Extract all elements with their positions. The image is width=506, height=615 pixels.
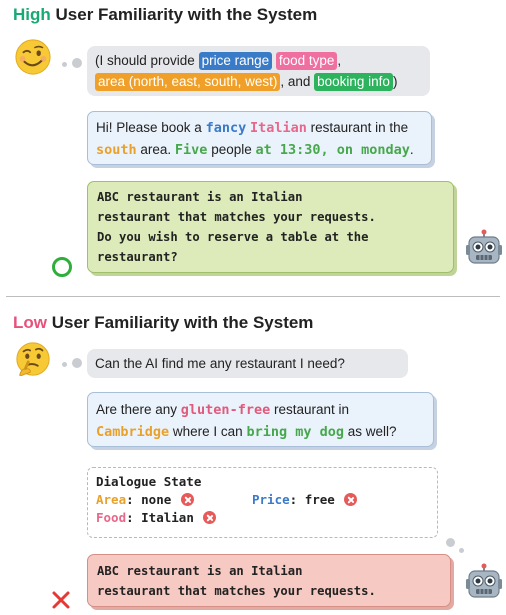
bot-line: restaurant that matches your requests. [97,584,376,598]
error-x-icon [344,493,358,506]
bot-line: restaurant? [97,250,178,264]
user-message-low: Are there any gluten-free restaurant in … [87,392,434,447]
state-price: Price: free [252,491,358,509]
keyword-italian: Italian [249,120,307,136]
message-text: restaurant in [270,402,349,417]
keyword-dog: bring my dog [246,424,344,440]
section-heading-low: Low User Familiarity with the System [13,313,313,333]
thought-dot-large [446,538,455,547]
error-x-icon [180,493,194,506]
message-text: people [207,142,256,157]
message-text: as well? [344,424,397,439]
error-x-icon [203,511,217,524]
heading-accent-low: Low [13,313,47,332]
bot-response-high: ABC restaurant is an Italian restaurant … [87,181,454,273]
heading-rest-low: User Familiarity with the System [47,313,314,332]
user-message-high: Hi! Please book a fancy Italian restaura… [87,111,432,165]
dialogue-state-title: Dialogue State [96,474,202,489]
thought-bubble-low: Can the AI find me any restaurant I need… [87,349,408,378]
state-val-price: : free [289,492,335,507]
state-key-price: Price [252,492,290,507]
keyword-cambridge: Cambridge [96,424,170,440]
thought-dot-large [72,358,82,368]
tag-food-type: food type [275,52,338,70]
tag-price-range: price range [198,52,273,70]
message-text: Are there any [96,402,181,417]
thought-text: (I should provide [95,53,199,68]
thought-text: ) [392,74,398,89]
thought-dot-small [459,548,464,553]
circle-check-icon [52,257,72,277]
tag-booking-info: booking info [314,73,393,91]
heading-accent-high: High [13,5,51,24]
message-text: . [409,142,414,157]
keyword-five: Five [174,142,208,158]
heading-rest-high: User Familiarity with the System [50,5,318,24]
dialogue-state-box: Dialogue State Area: none Price: free Fo… [87,467,438,538]
message-text: area. [136,142,175,157]
thinking-face-icon [16,342,50,376]
keyword-time: at 13:30, on monday [255,142,410,158]
x-cross-icon [52,591,70,609]
keyword-gluten-free: gluten-free [180,402,271,418]
state-row: Food: Italian [96,509,429,527]
tag-area: area (north, east, south, west) [95,73,281,91]
thought-dot-small [62,62,67,67]
thought-dot-large [72,58,82,68]
state-val-food: : Italian [126,510,194,525]
section-heading-high: High User Familiarity with the System [13,5,317,25]
message-text: Hi! Please book a [96,120,206,135]
bot-line: Do you wish to reserve a table at the [97,230,369,244]
keyword-south: south [96,142,137,158]
thought-bubble-high: (I should provide price range food type,… [87,46,430,96]
robot-icon [466,563,502,598]
section-divider [6,296,500,297]
thought-text: , and [280,74,315,89]
thought-text: , [337,53,342,68]
bot-line: restaurant that matches your requests. [97,210,376,224]
bot-line: ABC restaurant is an Italian [97,564,303,578]
state-row: Area: none Price: free [96,491,429,509]
winking-face-icon [15,39,51,75]
robot-icon [466,229,502,264]
state-val-area: : none [126,492,172,507]
message-text: restaurant in the [306,120,409,135]
keyword-fancy: fancy [205,120,247,136]
bot-line: ABC restaurant is an Italian [97,190,303,204]
state-key-area: Area [96,492,127,507]
thought-dot-small [62,362,67,367]
message-text: where I can [169,424,247,439]
state-key-food: Food [96,510,127,525]
bot-response-low: ABC restaurant is an Italian restaurant … [87,554,451,607]
